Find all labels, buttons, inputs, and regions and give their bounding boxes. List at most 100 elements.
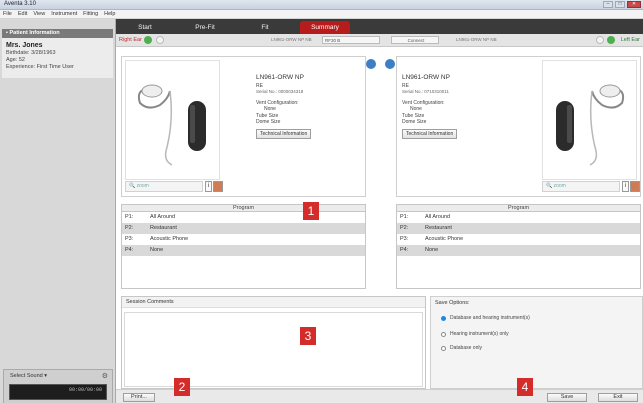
radio-option-db-only[interactable]: Database only [441,345,482,351]
table-row[interactable]: P4: None [397,245,640,256]
right-zoom-row: 🔍 zoom i [125,181,223,192]
left-device-image [542,60,637,180]
patient-age: Age: 52 [6,57,25,63]
program-name: Acoustic Phone [425,236,464,242]
program-label: LN961-ORW NP NB [271,37,312,42]
right-zoom-field[interactable]: 🔍 zoom [125,181,203,192]
program-name: Acoustic Phone [150,236,189,242]
left-ring-icon[interactable] [596,36,604,44]
player-display: 00:00/00:00 [9,384,107,400]
table-row[interactable]: P1: All Around [122,212,365,223]
right-device-info: LN961-ORW NP RE Serial No.: 0000034318 V… [256,74,376,139]
select-sound-dropdown[interactable]: Select Sound ▾ [10,373,47,379]
right-info-icon[interactable]: i [205,181,212,192]
radio-icon [441,331,446,337]
left-technical-info-button[interactable]: Technical Information [402,128,458,139]
program-code: P3: [125,236,134,242]
radio-option-db-and-instruments[interactable]: Database and hearing instrument(s) [441,315,530,321]
radio-label: Hearing instrument(s) only [450,331,509,337]
hearing-aid-icon [556,84,625,166]
left-info-icon[interactable]: i [622,181,629,192]
sidebar: ▪ Patient Information Mrs. Jones Birthda… [0,19,116,403]
gear-icon[interactable]: ⚙ [102,372,108,380]
left-zoom-row: 🔍 zoom i [542,181,640,192]
session-comments-input[interactable] [124,312,423,387]
left-status-icon[interactable] [607,36,615,44]
menu-bar: File Edit View Instrument Fitting Help [0,10,643,19]
table-row[interactable]: P1: All Around [397,212,640,223]
radio-option-instruments-only[interactable]: Hearing instrument(s) only [441,331,509,337]
program-code: P3: [400,236,409,242]
sound-player: Select Sound ▾ ⚙ 00:00/00:00 ℹ ▶ ■ ↻ 🔈 [3,369,113,403]
right-face-icon[interactable] [213,181,223,192]
right-ring-icon[interactable] [156,36,164,44]
menu-file[interactable]: File [3,11,12,17]
title-bar: Aventa 3.10 – □ ✕ [0,0,643,10]
program-name: None [150,247,164,253]
minimize-icon[interactable]: – [603,1,613,8]
patient-experience: Experience: First Time User [6,64,74,70]
player-time: 00:00/00:00 [68,387,102,393]
left-ear-label: Left Ear [620,37,640,43]
print-button[interactable]: Print... [123,393,155,402]
patient-birthdate: Birthdate: 3/28/1963 [6,50,56,56]
left-device-model: LN961-ORW NP [402,74,450,81]
radio-selected-icon [441,315,446,321]
program-select[interactable]: RF30 B [322,36,380,44]
ear-control-bar: Right Ear LN961-ORW NP NB RF30 B Connect… [116,34,643,47]
program-name: Restaurant [150,225,177,231]
callout-4: 4 [517,378,533,396]
left-device-panel: LN961-ORW NP RE Serial No.: 0710310011 V… [396,56,641,197]
table-row[interactable]: P3: Acoustic Phone [122,234,365,245]
program-name: All Around [425,214,451,220]
menu-fitting[interactable]: Fitting [83,11,98,17]
save-options-title: Save Options: [435,300,470,306]
program-label-right: LN961-ORW NP NB [456,37,497,42]
menu-edit[interactable]: Edit [18,11,27,17]
table-row[interactable]: P2: Restaurant [397,223,640,234]
tab-fit[interactable]: Fit [240,21,290,34]
table-row[interactable]: P4: None [122,245,365,256]
tab-pre-fit[interactable]: Pre-Fit [180,21,230,34]
window-controls: – □ ✕ [603,1,641,8]
patient-info-header[interactable]: ▪ Patient Information [2,29,113,38]
program-name: None [425,247,439,253]
right-device-panel: LN961-ORW NP RE Serial No.: 0000034318 V… [121,56,366,197]
right-status-icon[interactable] [144,36,152,44]
program-code: P2: [400,225,409,231]
tab-bar: Start Pre-Fit Fit Summary [116,19,643,34]
radio-label: Database only [450,345,482,351]
exit-button[interactable]: Exit [598,393,638,402]
menu-view[interactable]: View [33,11,45,17]
connect-button[interactable]: Connect [391,36,439,44]
callout-1: 1 [303,202,319,220]
sync-icon-right[interactable] [366,59,376,69]
program-code: P1: [400,214,409,220]
right-device-image [125,60,220,180]
save-button[interactable]: Save [547,393,587,402]
maximize-icon[interactable]: □ [615,1,625,8]
patient-name: Mrs. Jones [6,42,43,49]
radio-label: Database and hearing instrument(s) [450,315,530,321]
save-options-panel: Save Options: Database and hearing instr… [430,296,643,389]
close-icon[interactable]: ✕ [627,1,641,8]
session-comments-panel: Session Comments [121,296,426,389]
left-program-table: Program P1: All Around P2: Restaurant P3: A… [396,204,641,289]
select-sound-label: Select Sound [10,373,43,379]
menu-help[interactable]: Help [104,11,115,17]
program-header: Program [122,205,365,212]
menu-instrument[interactable]: Instrument [51,11,77,17]
program-name: Restaurant [425,225,452,231]
left-zoom-field[interactable]: 🔍 zoom [542,181,620,192]
table-row[interactable]: P3: Acoustic Phone [397,234,640,245]
right-program-table: Program P1: All Around P2: Restaurant P3: A… [121,204,366,289]
right-technical-info-button[interactable]: Technical Information [256,128,312,139]
sync-icon-left[interactable] [385,59,395,69]
right-device-model: LN961-ORW NP [256,74,304,81]
program-code: P4: [125,247,134,253]
tab-summary[interactable]: Summary [300,21,350,34]
app-title: Aventa 3.10 [4,1,36,7]
left-face-icon[interactable] [630,181,640,192]
table-row[interactable]: P2: Restaurant [122,223,365,234]
tab-start[interactable]: Start [120,21,170,34]
